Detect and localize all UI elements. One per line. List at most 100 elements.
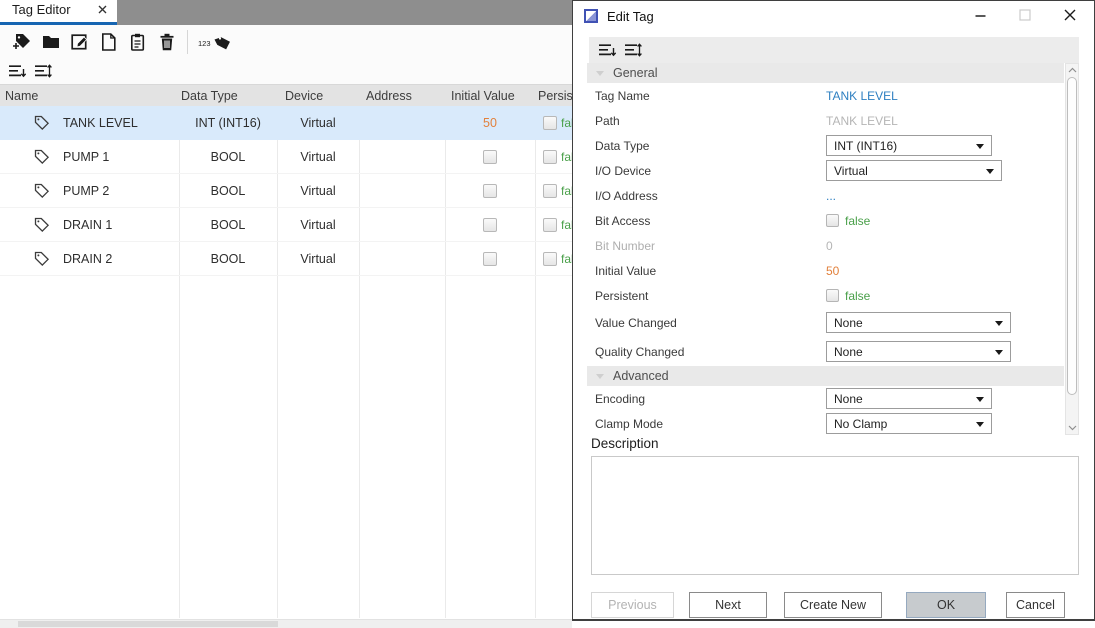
- quality-changed-value: None: [834, 345, 863, 359]
- tab-bar: Tag Editor: [0, 0, 572, 25]
- collapse-all-icon[interactable]: [8, 64, 26, 78]
- property-grid: General Tag Name TANK LEVEL Path TANK LE…: [587, 63, 1064, 435]
- close-icon[interactable]: [1053, 1, 1087, 29]
- column-header-name[interactable]: Name: [0, 89, 179, 103]
- horizontal-scrollbar-thumb[interactable]: [18, 621, 278, 627]
- vertical-scrollbar[interactable]: [1065, 63, 1079, 435]
- vertical-scrollbar-thumb[interactable]: [1067, 77, 1077, 395]
- persistent-checkbox[interactable]: [543, 150, 557, 164]
- paste-icon[interactable]: [123, 28, 152, 56]
- initial-value[interactable]: 50: [826, 264, 839, 278]
- tag-device: Virtual: [277, 116, 359, 130]
- next-button[interactable]: Next: [689, 592, 767, 618]
- minimize-icon[interactable]: [963, 1, 997, 29]
- persistent-checkbox[interactable]: [543, 184, 557, 198]
- field-row-data-type: Data Type INT (INT16): [587, 133, 1064, 158]
- edit-tag-icon[interactable]: [65, 28, 94, 56]
- open-folder-icon[interactable]: [36, 28, 65, 56]
- tag-name: PUMP 1: [63, 150, 109, 164]
- clamp-mode-value: No Clamp: [834, 417, 887, 431]
- section-advanced[interactable]: Advanced: [587, 366, 1064, 386]
- field-row-encoding: Encoding None: [587, 386, 1064, 411]
- edit-tag-dialog: Edit Tag General Tag Name TANK LEVEL Pat…: [572, 0, 1095, 621]
- persistent-checkbox[interactable]: [826, 289, 839, 302]
- bit-access-checkbox[interactable]: [826, 214, 839, 227]
- encoding-dropdown[interactable]: None: [826, 388, 992, 409]
- persistent-value: false: [561, 218, 572, 232]
- scroll-down-icon[interactable]: [1066, 422, 1078, 434]
- collapse-all-icon[interactable]: [598, 43, 616, 57]
- create-new-button[interactable]: Create New: [784, 592, 882, 618]
- chevron-down-icon: [976, 422, 984, 427]
- quality-changed-dropdown[interactable]: None: [826, 341, 1011, 362]
- data-type-value: INT (INT16): [834, 139, 897, 153]
- persistent-checkbox[interactable]: [543, 116, 557, 130]
- expand-all-icon[interactable]: [34, 64, 52, 78]
- field-label: Path: [587, 114, 826, 128]
- table-row[interactable]: DRAIN 2 BOOL Virtual false: [0, 242, 572, 276]
- main-toolbar: 123: [0, 25, 572, 58]
- field-label: Quality Changed: [587, 345, 826, 359]
- numeric-tag-icon[interactable]: 123: [194, 28, 234, 56]
- collapse-arrow-icon: [596, 71, 604, 76]
- persistent-value: false: [561, 252, 572, 266]
- delete-icon[interactable]: [152, 28, 181, 56]
- io-address-value[interactable]: ...: [826, 189, 836, 203]
- field-row-initial-value: Initial Value 50: [587, 258, 1064, 283]
- numeric-tag-label: 123: [198, 39, 211, 48]
- cancel-button[interactable]: Cancel: [1006, 592, 1065, 618]
- description-input[interactable]: [591, 456, 1079, 575]
- tag-name-value[interactable]: TANK LEVEL: [826, 89, 898, 103]
- section-general[interactable]: General: [587, 63, 1064, 83]
- tag-data-type: INT (INT16): [179, 116, 277, 130]
- value-changed-dropdown[interactable]: None: [826, 312, 1011, 333]
- section-advanced-label: Advanced: [613, 369, 669, 383]
- tag-editor-panel: Tag Editor 123: [0, 0, 572, 628]
- tag-data-type: BOOL: [179, 150, 277, 164]
- tab-tag-editor[interactable]: Tag Editor: [0, 0, 117, 25]
- initial-value-checkbox[interactable]: [483, 150, 497, 164]
- chevron-down-icon: [976, 144, 984, 149]
- field-row-quality-changed: Quality Changed None: [587, 337, 1064, 366]
- table-body: TANK LEVEL INT (INT16) Virtual 50 false …: [0, 106, 572, 276]
- field-label: Initial Value: [587, 264, 826, 278]
- dialog-sort-toolbar: [589, 37, 1079, 63]
- expand-all-icon[interactable]: [624, 43, 642, 57]
- initial-value-checkbox[interactable]: [483, 184, 497, 198]
- initial-value-checkbox[interactable]: [483, 218, 497, 232]
- table-row[interactable]: PUMP 1 BOOL Virtual false: [0, 140, 572, 174]
- initial-value-checkbox[interactable]: [483, 252, 497, 266]
- data-type-dropdown[interactable]: INT (INT16): [826, 135, 992, 156]
- persistent-value: false: [561, 150, 572, 164]
- tab-close-icon[interactable]: [98, 5, 107, 14]
- scroll-up-icon[interactable]: [1066, 64, 1078, 76]
- persistent-checkbox[interactable]: [543, 252, 557, 266]
- tag-data-type: BOOL: [179, 218, 277, 232]
- table-row[interactable]: DRAIN 1 BOOL Virtual false: [0, 208, 572, 242]
- field-label: Clamp Mode: [587, 417, 826, 431]
- field-row-tag-name: Tag Name TANK LEVEL: [587, 83, 1064, 108]
- column-header-persistent[interactable]: Persistent: [535, 89, 572, 103]
- field-row-io-address: I/O Address ...: [587, 183, 1064, 208]
- field-row-clamp-mode: Clamp Mode No Clamp: [587, 411, 1064, 435]
- add-tag-icon[interactable]: [7, 28, 36, 56]
- copy-icon[interactable]: [94, 28, 123, 56]
- tag-icon: [33, 148, 50, 165]
- chevron-down-icon: [995, 350, 1003, 355]
- app-icon: [584, 9, 598, 23]
- column-header-device[interactable]: Device: [277, 89, 359, 103]
- tag-device: Virtual: [277, 184, 359, 198]
- column-header-initial-value[interactable]: Initial Value: [445, 89, 535, 103]
- field-row-bit-number: Bit Number 0: [587, 233, 1064, 258]
- io-device-dropdown[interactable]: Virtual: [826, 160, 1002, 181]
- table-row[interactable]: TANK LEVEL INT (INT16) Virtual 50 false: [0, 106, 572, 140]
- table-row[interactable]: PUMP 2 BOOL Virtual false: [0, 174, 572, 208]
- chevron-down-icon: [976, 397, 984, 402]
- persistent-checkbox[interactable]: [543, 218, 557, 232]
- clamp-mode-dropdown[interactable]: No Clamp: [826, 413, 992, 434]
- ok-button[interactable]: OK: [906, 592, 986, 618]
- field-label: Tag Name: [587, 89, 826, 103]
- horizontal-scrollbar[interactable]: [0, 619, 572, 628]
- column-header-address[interactable]: Address: [359, 89, 445, 103]
- column-header-data-type[interactable]: Data Type: [179, 89, 277, 103]
